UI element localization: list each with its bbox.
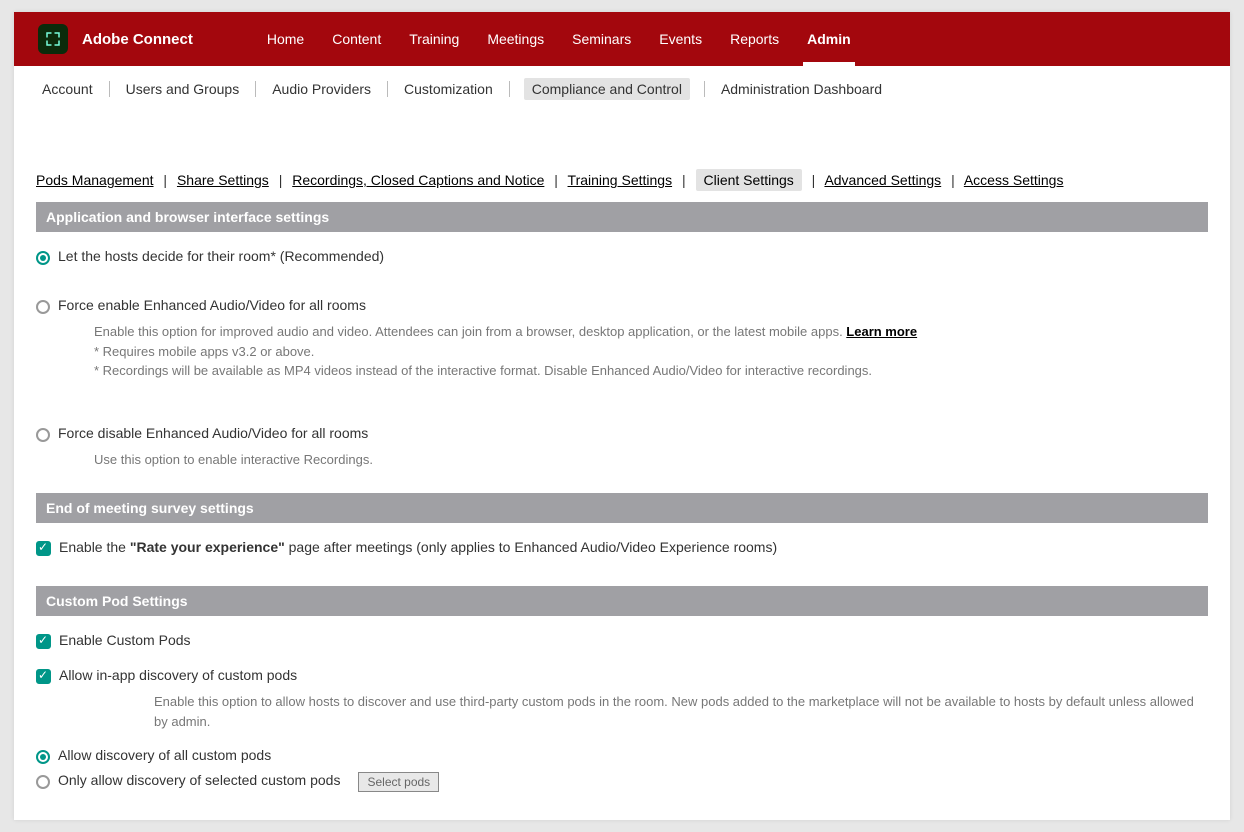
checkbox-allow-discovery[interactable] — [36, 669, 51, 684]
label-force-enable-av: Force enable Enhanced Audio/Video for al… — [58, 297, 366, 313]
label-enable-custom-pods: Enable Custom Pods — [59, 632, 191, 648]
help-allow-discovery: Enable this option to allow hosts to dis… — [36, 688, 1208, 743]
app-title: Adobe Connect — [82, 31, 193, 48]
admin-subnav: Account Users and Groups Audio Providers… — [14, 66, 1230, 112]
checkbox-enable-custom-pods[interactable] — [36, 634, 51, 649]
nav-training[interactable]: Training — [395, 12, 473, 66]
subnav-audio-providers[interactable]: Audio Providers — [270, 79, 373, 99]
subnav-customization[interactable]: Customization — [402, 79, 495, 99]
label-allow-selected-pods: Only allow discovery of selected custom … — [58, 772, 340, 788]
app-logo — [38, 24, 68, 54]
subnav-compliance-control[interactable]: Compliance and Control — [524, 78, 690, 100]
tab-access-settings[interactable]: Access Settings — [964, 172, 1064, 188]
label-host-decide: Let the hosts decide for their room* (Re… — [58, 248, 384, 264]
nav-reports[interactable]: Reports — [716, 12, 793, 66]
radio-force-disable-av[interactable] — [36, 428, 50, 442]
subnav-account[interactable]: Account — [40, 79, 95, 99]
label-force-disable-av: Force disable Enhanced Audio/Video for a… — [58, 425, 368, 441]
label-rate-experience: Enable the "Rate your experience" page a… — [59, 539, 777, 555]
checkbox-rate-experience[interactable] — [36, 541, 51, 556]
subnav-admin-dashboard[interactable]: Administration Dashboard — [719, 79, 884, 99]
nav-home[interactable]: Home — [253, 12, 318, 66]
nav-seminars[interactable]: Seminars — [558, 12, 645, 66]
tab-pods-management[interactable]: Pods Management — [36, 172, 154, 188]
nav-meetings[interactable]: Meetings — [473, 12, 558, 66]
radio-host-decide[interactable] — [36, 251, 50, 265]
label-allow-all-pods: Allow discovery of all custom pods — [58, 747, 271, 763]
tab-client-settings[interactable]: Client Settings — [696, 169, 802, 191]
radio-allow-all-pods[interactable] — [36, 750, 50, 764]
select-pods-button[interactable]: Select pods — [358, 772, 439, 792]
link-learn-more[interactable]: Learn more — [846, 324, 917, 339]
nav-content[interactable]: Content — [318, 12, 395, 66]
radio-force-enable-av[interactable] — [36, 300, 50, 314]
section-survey: End of meeting survey settings — [36, 493, 1208, 523]
tab-advanced-settings[interactable]: Advanced Settings — [824, 172, 941, 188]
top-nav: Adobe Connect Home Content Training Meet… — [14, 12, 1230, 66]
section-custom-pod: Custom Pod Settings — [36, 586, 1208, 616]
tab-training-settings[interactable]: Training Settings — [568, 172, 673, 188]
help-force-enable-av: Enable this option for improved audio an… — [36, 318, 1208, 397]
tab-recordings-cc-notice[interactable]: Recordings, Closed Captions and Notice — [292, 172, 544, 188]
nav-admin[interactable]: Admin — [793, 12, 865, 66]
settings-tabs: Pods Management | Share Settings | Recor… — [36, 172, 1208, 188]
label-allow-discovery: Allow in-app discovery of custom pods — [59, 667, 297, 683]
section-app-interface: Application and browser interface settin… — [36, 202, 1208, 232]
help-force-disable-av: Use this option to enable interactive Re… — [36, 446, 1208, 486]
subnav-users-groups[interactable]: Users and Groups — [124, 79, 242, 99]
tab-share-settings[interactable]: Share Settings — [177, 172, 269, 188]
radio-allow-selected-pods[interactable] — [36, 775, 50, 789]
nav-events[interactable]: Events — [645, 12, 716, 66]
